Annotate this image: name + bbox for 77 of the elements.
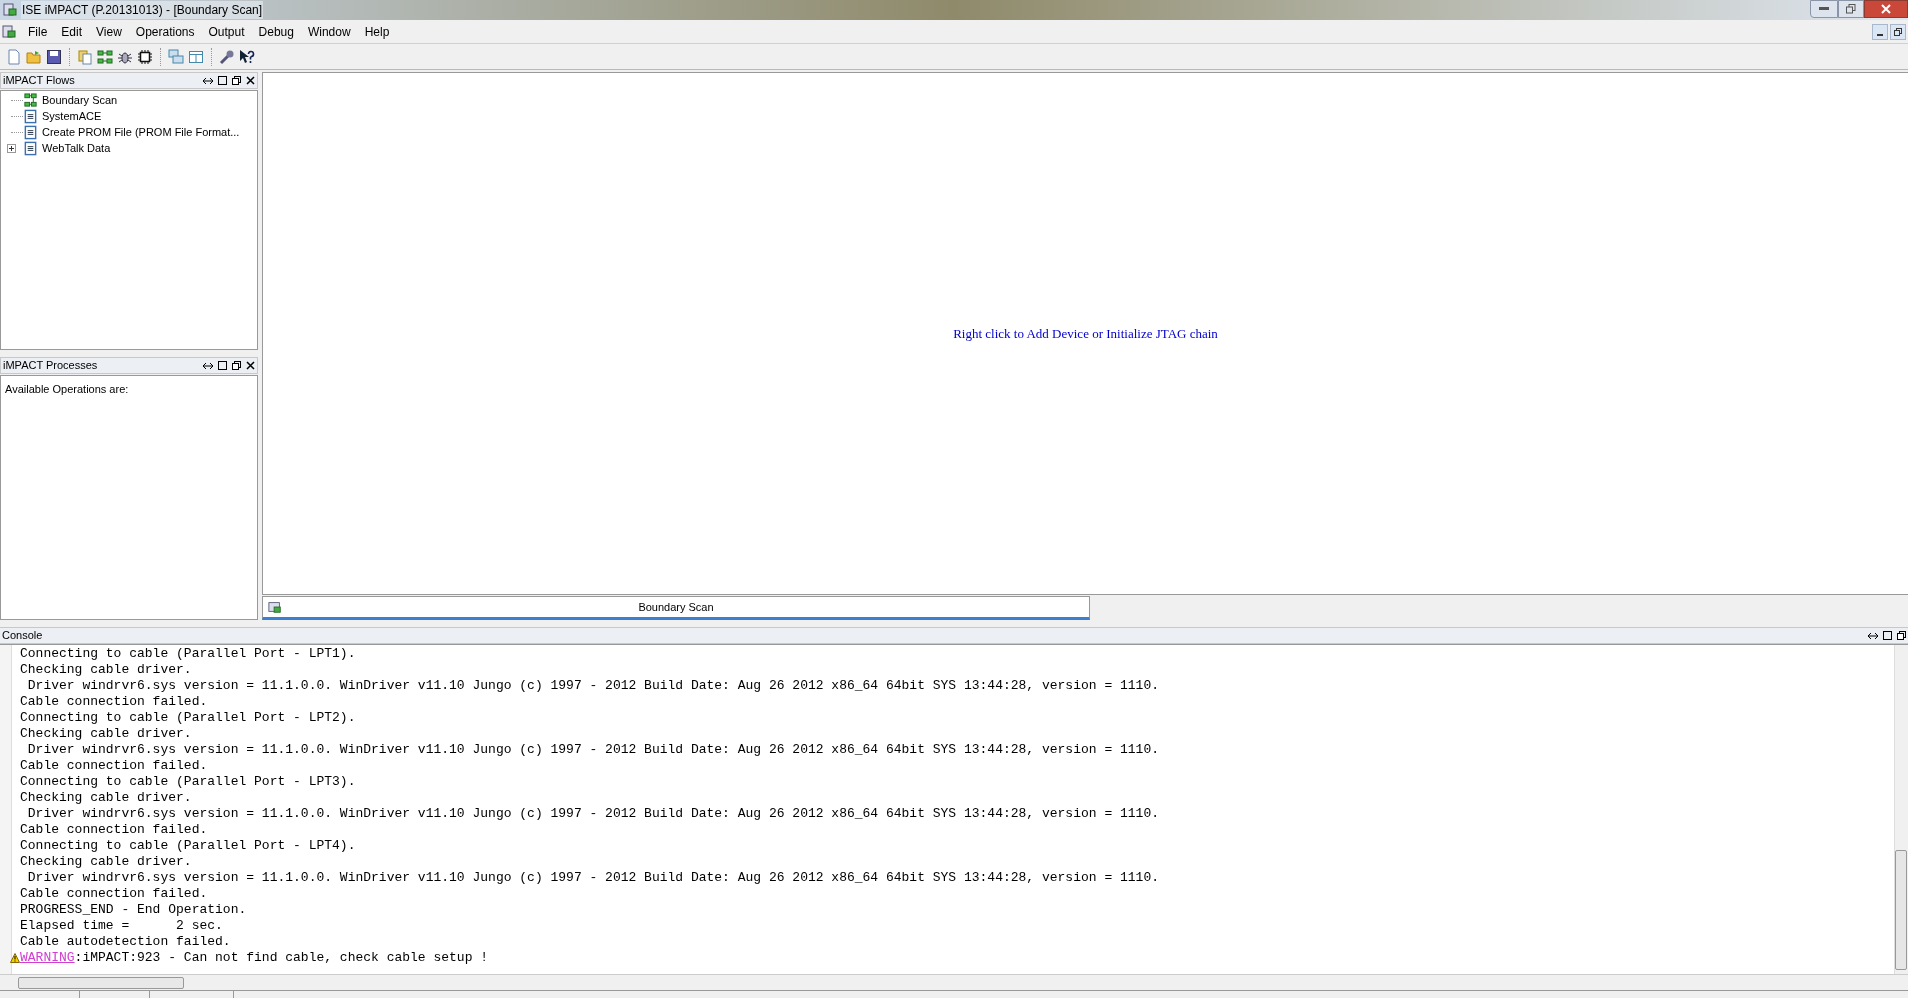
- menu-item[interactable]: File: [21, 21, 55, 42]
- console-line: Cable autodetection failed.: [20, 934, 231, 950]
- console-line: Elapsed time = 2 sec.: [20, 918, 223, 934]
- restore-icon[interactable]: [232, 76, 241, 85]
- restore-icon: [1846, 4, 1856, 14]
- app-icon: [2, 2, 18, 18]
- warning-link[interactable]: WARNING: [20, 950, 75, 966]
- chip-icon[interactable]: [137, 48, 153, 65]
- horizontal-scrollbar[interactable]: [0, 974, 1908, 990]
- tree-item[interactable]: Create PROM File (PROM File Format...: [42, 123, 240, 141]
- console-line: :iMPACT:923 - Can not find cable, check cable setup !: [74, 950, 489, 966]
- console-line: Driver windrvr6.sys version = 11.1.0.0. WinDriver v11.10 Jungo (c) 1997 - 2012 Build Date: Aug 26 2012 x86_64 64bit SYS 13:44:28, version = 1110.: [26, 742, 1159, 758]
- document-tab[interactable]: Boundary Scan: [262, 596, 1090, 620]
- vertical-scrollbar[interactable]: [1894, 645, 1908, 974]
- maximize-icon[interactable]: [1883, 631, 1892, 640]
- menu-item[interactable]: Edit: [54, 21, 90, 42]
- processes-label: Available Operations are:: [5, 383, 129, 395]
- console-line: PROGRESS_END - End Operation.: [20, 902, 247, 918]
- resize-icon[interactable]: [1868, 631, 1878, 640]
- minimize-button[interactable]: [1810, 0, 1838, 18]
- console-line: Cable connection failed.: [20, 822, 208, 838]
- console-line: Connecting to cable (Parallel Port - LPT3).: [20, 774, 356, 790]
- resize-icon[interactable]: [203, 361, 213, 370]
- console-line: Checking cable driver.: [20, 854, 192, 870]
- wrench-icon[interactable]: [219, 48, 235, 65]
- app-icon: [1, 23, 17, 40]
- minimize-icon: [1877, 33, 1883, 36]
- menu-item[interactable]: Operations: [128, 21, 202, 42]
- restore-icon: [1894, 27, 1902, 36]
- close-button[interactable]: [1864, 0, 1908, 18]
- restore-button[interactable]: [1838, 0, 1864, 18]
- console-line: Cable connection failed.: [20, 886, 208, 902]
- console-line: Cable connection failed.: [20, 694, 208, 710]
- warning-icon: [10, 953, 20, 963]
- document-icon: [23, 140, 38, 156]
- tree-item[interactable]: Boundary Scan: [42, 91, 118, 109]
- console-line: Checking cable driver.: [20, 726, 192, 742]
- console-line: Connecting to cable (Parallel Port - LPT4).: [20, 838, 356, 854]
- window-title: ISE iMPACT (P.20131013) - [Boundary Scan]: [21, 1, 264, 19]
- menu-item[interactable]: Help: [357, 21, 397, 42]
- console-line: Checking cable driver.: [20, 790, 192, 806]
- canvas-hint: Right click to Add Device or Initialize JTAG chain: [953, 324, 1218, 343]
- save-icon[interactable]: [46, 48, 62, 65]
- copy-icon[interactable]: [77, 48, 93, 65]
- menu-item[interactable]: View: [89, 21, 129, 42]
- cascade-windows-icon[interactable]: [168, 48, 184, 65]
- console-line: Connecting to cable (Parallel Port - LPT1).: [20, 646, 356, 662]
- close-icon: [1881, 4, 1891, 14]
- console-line: Driver windrvr6.sys version = 11.1.0.0. WinDriver v11.10 Jungo (c) 1997 - 2012 Build Date: Aug 26 2012 x86_64 64bit SYS 13:44:28, version = 1110.: [26, 678, 1159, 694]
- maximize-icon[interactable]: [218, 76, 227, 85]
- maximize-icon[interactable]: [218, 361, 227, 370]
- resize-icon[interactable]: [203, 76, 213, 85]
- menu-item[interactable]: Debug: [251, 21, 301, 42]
- close-icon[interactable]: [246, 361, 255, 370]
- document-icon: [23, 124, 38, 140]
- console-line: Checking cable driver.: [20, 662, 192, 678]
- help-icon[interactable]: [239, 48, 255, 65]
- restore-icon[interactable]: [232, 361, 241, 370]
- console-line: Cable connection failed.: [20, 758, 208, 774]
- minimize-icon: [1819, 7, 1829, 11]
- panel-title: Console: [2, 628, 43, 644]
- panel-title: iMPACT Processes: [3, 358, 98, 374]
- restore-icon[interactable]: [1897, 631, 1906, 640]
- tree-item[interactable]: WebTalk Data: [42, 139, 111, 157]
- menu-item[interactable]: Window: [300, 21, 358, 42]
- minimize-button[interactable]: [1872, 23, 1888, 40]
- document-icon: [23, 108, 38, 124]
- menu-item[interactable]: Output: [201, 21, 252, 42]
- close-icon[interactable]: [246, 76, 255, 85]
- tree-item[interactable]: SystemACE: [42, 107, 102, 125]
- panel-title: iMPACT Flows: [3, 73, 75, 89]
- console-line: Connecting to cable (Parallel Port - LPT2).: [20, 710, 356, 726]
- tile-windows-icon[interactable]: [188, 48, 204, 65]
- expand-icon[interactable]: [7, 143, 16, 153]
- console-line: Driver windrvr6.sys version = 11.1.0.0. WinDriver v11.10 Jungo (c) 1997 - 2012 Build Date: Aug 26 2012 x86_64 64bit SYS 13:44:28, version = 1110.: [26, 806, 1159, 822]
- restore-button[interactable]: [1890, 23, 1906, 40]
- console-line: Driver windrvr6.sys version = 11.1.0.0. WinDriver v11.10 Jungo (c) 1997 - 2012 Build Date: Aug 26 2012 x86_64 64bit SYS 13:44:28, version = 1110.: [26, 870, 1159, 886]
